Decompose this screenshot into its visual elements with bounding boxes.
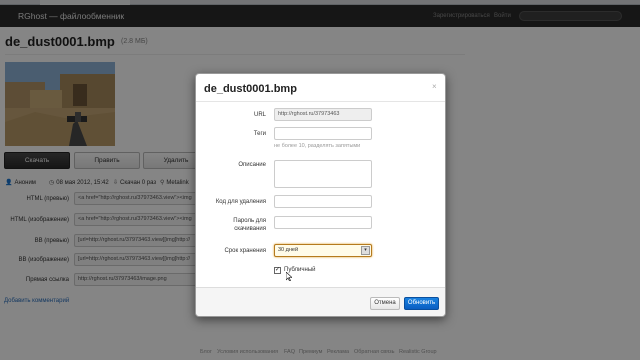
tags-help-text: не более 10, разделять запятыми — [274, 143, 361, 149]
dropdown-arrow-icon: ▾ — [361, 246, 370, 255]
description-label: Описание — [238, 162, 266, 168]
password-label: Пароль для скачивания — [233, 218, 266, 232]
modal-title: de_dust0001.bmp — [204, 83, 297, 95]
retention-label: Срок хранения — [224, 248, 266, 254]
password-input[interactable] — [274, 216, 372, 229]
url-label: URL — [253, 112, 266, 118]
public-checkbox[interactable]: ✓ — [274, 267, 281, 274]
tags-label: Теги — [253, 131, 266, 137]
cancel-button[interactable]: Отмена — [370, 297, 400, 310]
modal-divider — [196, 101, 445, 102]
mouse-cursor-icon — [286, 272, 292, 281]
tags-input[interactable] — [274, 127, 372, 140]
delete-code-input[interactable] — [274, 195, 372, 208]
modal-footer: Отмена Обновить — [196, 287, 445, 316]
url-field[interactable]: http://rghost.ru/37973463 — [274, 108, 372, 121]
description-textarea[interactable] — [274, 160, 372, 188]
delete-code-label: Код для удаления — [215, 199, 266, 205]
edit-file-modal: de_dust0001.bmp × URL http://rghost.ru/3… — [195, 73, 446, 317]
retention-select[interactable]: 30 дней ▾ — [274, 244, 372, 257]
update-button[interactable]: Обновить — [404, 297, 439, 310]
close-icon[interactable]: × — [432, 82, 437, 91]
